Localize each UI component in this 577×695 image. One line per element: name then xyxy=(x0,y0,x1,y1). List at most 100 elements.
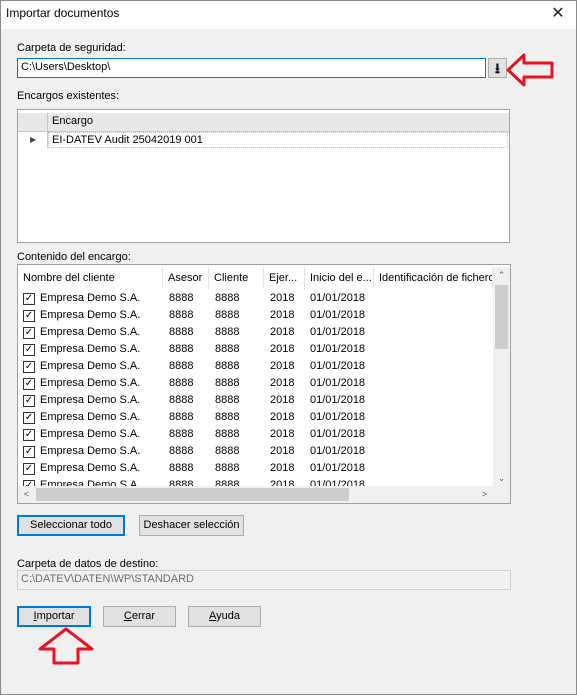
vertical-scroll-thumb[interactable] xyxy=(495,285,508,349)
table-row[interactable]: ✓ Empresa Demo S.A. 8888 8888 2018 01/01/2018 xyxy=(18,325,493,342)
client-name-cell: Empresa Demo S.A. xyxy=(40,309,141,321)
annotation-arrow-icon xyxy=(506,53,554,87)
checkbox-check-icon[interactable]: ✓ xyxy=(23,463,35,475)
checkbox-check-icon[interactable]: ✓ xyxy=(23,395,35,407)
undo-selection-button[interactable]: Deshacer selección xyxy=(139,515,244,536)
scroll-arrow-icon[interactable]: > xyxy=(476,486,493,503)
destination-folder-input: C:\DATEV\DATEN\WP\STANDARD xyxy=(17,570,511,590)
cliente-cell: 8888 xyxy=(215,445,240,457)
table-row[interactable]: ✓ Empresa Demo S.A. 8888 8888 2018 01/01/2018 xyxy=(18,359,493,376)
help-button[interactable]: Ayuda xyxy=(188,606,261,627)
cliente-cell: 8888 xyxy=(215,411,240,423)
horizontal-scrollbar[interactable]: < > xyxy=(18,486,493,503)
inicio-cell: 01/01/2018 xyxy=(310,326,366,338)
table-row[interactable]: ✓ Empresa Demo S.A. 8888 8888 2018 01/01/2018 xyxy=(18,427,493,444)
cliente-cell: 8888 xyxy=(215,343,240,355)
cliente-cell: 8888 xyxy=(215,292,240,304)
column-client-name[interactable]: Nombre del cliente xyxy=(18,267,163,289)
cliente-cell: 8888 xyxy=(215,360,240,372)
asesor-cell: 8888 xyxy=(169,309,194,321)
cliente-cell: 8888 xyxy=(215,394,240,406)
client-name-cell: Empresa Demo S.A. xyxy=(40,445,141,457)
column-asesor[interactable]: Asesor xyxy=(163,267,209,289)
horizontal-scroll-thumb[interactable] xyxy=(36,488,349,501)
close-mnemonic: C xyxy=(123,610,132,622)
ejercicio-cell: 2018 xyxy=(270,377,295,389)
column-inicio[interactable]: Inicio del e... xyxy=(305,267,374,289)
checkbox-check-icon[interactable]: ✓ xyxy=(23,344,35,356)
column-cliente[interactable]: Cliente xyxy=(209,267,264,289)
asesor-cell: 8888 xyxy=(169,326,194,338)
asesor-cell: 8888 xyxy=(169,394,194,406)
asesor-cell: 8888 xyxy=(169,292,194,304)
inicio-cell: 01/01/2018 xyxy=(310,292,366,304)
checkbox-check-icon[interactable]: ✓ xyxy=(23,446,35,458)
table-row[interactable]: ✓ Empresa Demo S.A. 8888 8888 2018 01/01/2018 xyxy=(18,342,493,359)
ejercicio-cell: 2018 xyxy=(270,411,295,423)
order-name[interactable]: EI-DATEV Audit 25042019 001 xyxy=(52,134,203,146)
client-name-cell: Empresa Demo S.A. xyxy=(40,411,141,423)
import-button[interactable]: Importar xyxy=(17,606,91,627)
scroll-arrow-icon[interactable]: ⌃ xyxy=(493,267,510,284)
asesor-cell: 8888 xyxy=(169,343,194,355)
ejercicio-cell: 2018 xyxy=(270,428,295,440)
column-ejercicio[interactable]: Ejer... xyxy=(264,267,305,289)
scroll-corner xyxy=(493,486,510,503)
inicio-cell: 01/01/2018 xyxy=(310,394,366,406)
client-name-cell: Empresa Demo S.A. xyxy=(40,360,141,372)
cliente-cell: 8888 xyxy=(215,462,240,474)
inicio-cell: 01/01/2018 xyxy=(310,445,366,457)
client-name-cell: Empresa Demo S.A. xyxy=(40,462,141,474)
window-title: Importar documentos xyxy=(6,6,120,20)
backup-folder-label: Carpeta de seguridad: xyxy=(17,42,126,54)
orders-column-encargo[interactable]: Encargo xyxy=(52,115,93,127)
client-name-cell: Empresa Demo S.A. xyxy=(40,343,141,355)
ejercicio-cell: 2018 xyxy=(270,394,295,406)
table-row[interactable]: ✓ Empresa Demo S.A. 8888 8888 2018 01/01/2018 xyxy=(18,461,493,478)
ejercicio-cell: 2018 xyxy=(270,292,295,304)
row-arrow-icon: ▶ xyxy=(30,135,37,144)
checkbox-check-icon[interactable]: ✓ xyxy=(23,361,35,373)
table-row[interactable]: ✓ Empresa Demo S.A. 8888 8888 2018 01/01/2018 xyxy=(18,410,493,427)
asesor-cell: 8888 xyxy=(169,462,194,474)
ejercicio-cell: 2018 xyxy=(270,326,295,338)
checkbox-check-icon[interactable]: ✓ xyxy=(23,310,35,322)
cliente-cell: 8888 xyxy=(215,428,240,440)
download-icon[interactable]: ⭳ xyxy=(488,58,507,78)
table-row[interactable]: ✓ Empresa Demo S.A. 8888 8888 2018 01/01/2018 xyxy=(18,291,493,308)
contents-list: Nombre del cliente Asesor Cliente Ejer..… xyxy=(17,264,511,504)
vertical-scrollbar[interactable]: ⌃ ⌄ xyxy=(493,267,510,487)
checkbox-check-icon[interactable]: ✓ xyxy=(23,378,35,390)
destination-label: Carpeta de datos de destino: xyxy=(17,558,159,570)
checkbox-check-icon[interactable]: ✓ xyxy=(23,429,35,441)
orders-label: Encargos existentes: xyxy=(17,90,120,102)
backup-folder-input[interactable]: C:\Users\Desktop\ xyxy=(17,58,486,78)
ejercicio-cell: 2018 xyxy=(270,309,295,321)
table-row[interactable]: ✓ Empresa Demo S.A. 8888 8888 2018 01/01/2018 xyxy=(18,376,493,393)
inicio-cell: 01/01/2018 xyxy=(310,360,366,372)
table-row[interactable]: ✓ Empresa Demo S.A. 8888 8888 2018 01/01/2018 xyxy=(18,444,493,461)
inicio-cell: 01/01/2018 xyxy=(310,428,366,440)
checkbox-check-icon[interactable]: ✓ xyxy=(23,412,35,424)
client-name-cell: Empresa Demo S.A. xyxy=(40,326,141,338)
annotation-arrow-icon xyxy=(38,627,94,665)
table-row[interactable]: ✓ Empresa Demo S.A. 8888 8888 2018 01/01/2018 xyxy=(18,308,493,325)
close-icon[interactable]: ✕ xyxy=(548,4,568,24)
client-name-cell: Empresa Demo S.A. xyxy=(40,428,141,440)
ejercicio-cell: 2018 xyxy=(270,343,295,355)
cliente-cell: 8888 xyxy=(215,377,240,389)
scroll-arrow-icon[interactable]: ⌄ xyxy=(493,470,510,487)
asesor-cell: 8888 xyxy=(169,428,194,440)
close-button[interactable]: Cerrar xyxy=(103,606,176,627)
close-label: errar xyxy=(131,610,156,622)
asesor-cell: 8888 xyxy=(169,377,194,389)
table-row[interactable]: ✓ Empresa Demo S.A. 8888 8888 2018 01/01/2018 xyxy=(18,393,493,410)
scroll-arrow-icon[interactable]: < xyxy=(18,486,35,503)
cliente-cell: 8888 xyxy=(215,326,240,338)
column-file-id[interactable]: Identificación de fichero xyxy=(374,267,493,289)
checkbox-check-icon[interactable]: ✓ xyxy=(23,293,35,305)
select-all-button[interactable]: Seleccionar todo xyxy=(17,515,125,536)
ejercicio-cell: 2018 xyxy=(270,445,295,457)
orders-grid: Encargo ▶ EI-DATEV Audit 25042019 001 xyxy=(17,109,510,243)
checkbox-check-icon[interactable]: ✓ xyxy=(23,327,35,339)
